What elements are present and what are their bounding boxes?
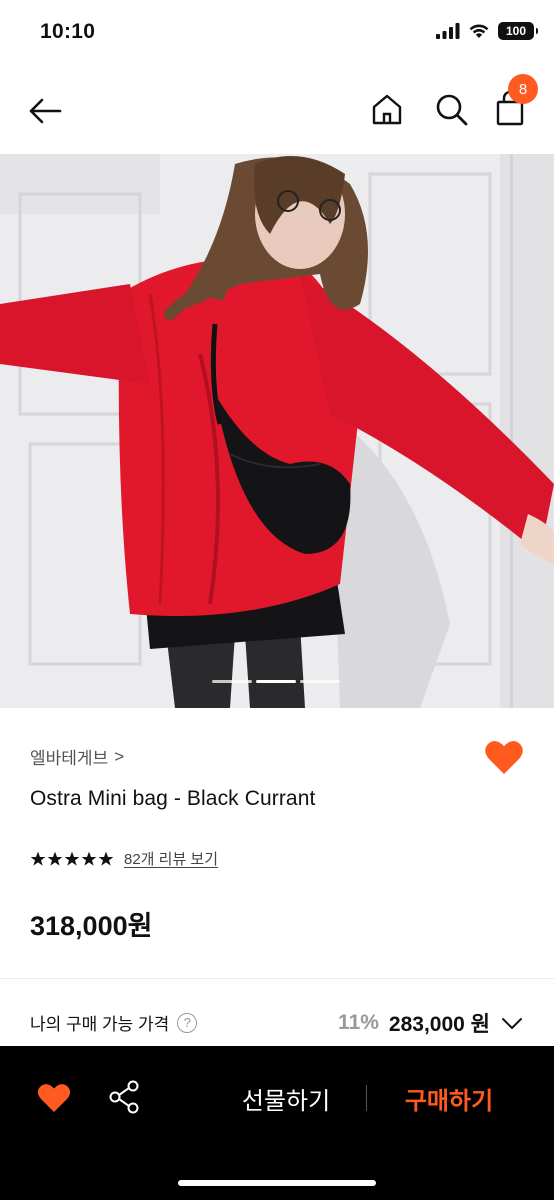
cart-count-badge: 8	[508, 74, 538, 104]
product-title: Ostra Mini bag - Black Currant	[30, 787, 316, 810]
my-price-value: 283,000 원	[388, 1013, 490, 1036]
battery-icon: 100	[498, 22, 538, 40]
status-icons: 100	[436, 22, 538, 40]
home-indicator[interactable]	[178, 1180, 376, 1186]
chevron-down-icon[interactable]	[500, 1011, 524, 1035]
nav-bar	[0, 68, 554, 154]
status-bar: 10:10 100	[0, 0, 554, 68]
rating-stars	[30, 851, 114, 867]
divider	[0, 978, 554, 979]
signal-icon	[436, 23, 460, 39]
wishlist-heart-icon[interactable]	[37, 1082, 71, 1114]
battery-level: 100	[505, 24, 527, 38]
my-price-label-text: 나의 구매 가능 가격	[30, 1015, 170, 1034]
share-icon[interactable]	[108, 1080, 140, 1114]
star-icon	[98, 851, 114, 866]
discount-rate: 11%	[338, 1011, 379, 1034]
search-icon[interactable]	[432, 90, 470, 128]
carousel-dot-active[interactable]	[256, 680, 296, 683]
gift-button[interactable]: 선물하기	[226, 1078, 346, 1118]
wishlist-heart-icon[interactable]	[484, 738, 524, 776]
carousel-dot[interactable]	[300, 680, 340, 683]
review-link[interactable]: 82개 리뷰 보기	[124, 848, 218, 869]
my-price-dropdown[interactable]: 11% 283,000 원	[338, 1008, 524, 1038]
star-icon	[30, 851, 46, 866]
bottom-action-bar	[0, 1046, 554, 1200]
status-time: 10:10	[40, 20, 96, 43]
divider	[366, 1085, 367, 1111]
help-icon[interactable]: ?	[177, 1012, 198, 1033]
buy-button[interactable]: 구매하기	[388, 1078, 510, 1118]
carousel-indicator[interactable]	[212, 680, 340, 683]
back-arrow-icon[interactable]	[26, 92, 64, 130]
product-photo	[0, 154, 554, 708]
brand-link[interactable]: 엘바테게브 >	[30, 744, 124, 769]
product-image[interactable]	[0, 154, 554, 708]
brand-name: 엘바테게브	[30, 749, 109, 768]
home-icon[interactable]	[368, 90, 406, 128]
my-price-label: 나의 구매 가능 가격 ?	[30, 1010, 198, 1035]
chevron-right-icon: >	[114, 746, 125, 766]
rating-row: 82개 리뷰 보기	[30, 848, 218, 869]
wifi-icon	[469, 24, 489, 38]
carousel-dot[interactable]	[212, 680, 252, 683]
product-price: 318,000원	[30, 911, 153, 941]
star-icon	[47, 851, 63, 866]
star-icon	[64, 851, 80, 866]
star-icon	[81, 851, 97, 866]
